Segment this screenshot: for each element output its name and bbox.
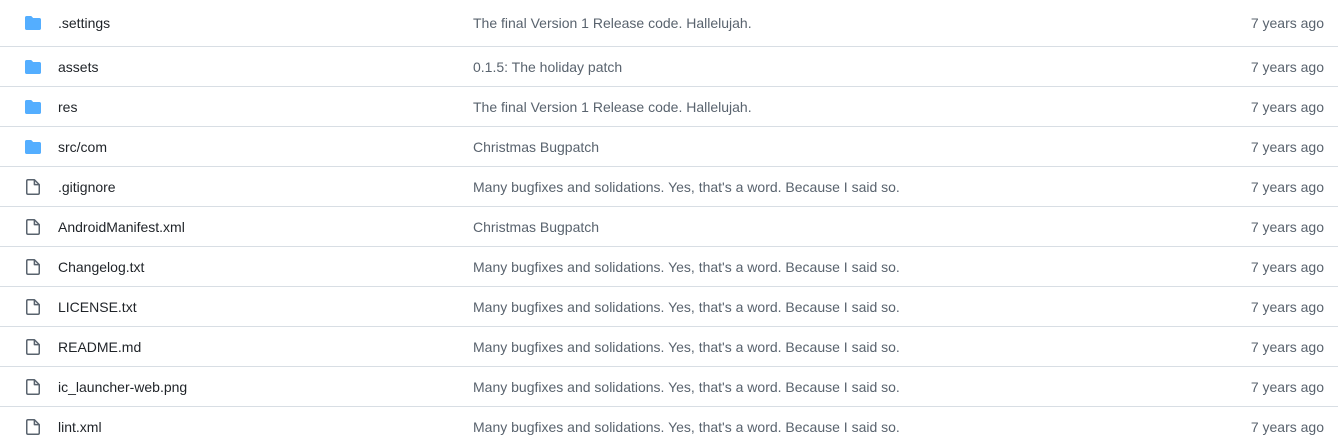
file-row-5[interactable]: AndroidManifest.xml Christmas Bugpatch 7… bbox=[0, 207, 1338, 247]
file-icon bbox=[26, 378, 40, 395]
file-icon bbox=[26, 419, 40, 435]
commit-age: 7 years ago bbox=[1250, 258, 1324, 275]
file-icon bbox=[26, 338, 40, 355]
commit-message-link[interactable]: Christmas Bugpatch bbox=[473, 139, 599, 155]
file-icon bbox=[26, 298, 40, 315]
file-row-0[interactable]: .settings The final Version 1 Release co… bbox=[0, 0, 1338, 47]
commit-message-link[interactable]: Many bugfixes and solidations. Yes, that… bbox=[473, 299, 900, 315]
file-row-8[interactable]: README.md Many bugfixes and solidations.… bbox=[0, 327, 1338, 367]
commit-age: 7 years ago bbox=[1250, 298, 1324, 315]
file-name-link[interactable]: ic_launcher-web.png bbox=[58, 379, 187, 395]
folder-icon bbox=[25, 99, 41, 114]
commit-age: 7 years ago bbox=[1250, 58, 1324, 75]
commit-age: 7 years ago bbox=[1250, 378, 1324, 395]
commit-message-link[interactable]: The final Version 1 Release code. Hallel… bbox=[473, 99, 752, 115]
file-name-link[interactable]: assets bbox=[58, 59, 98, 75]
file-name-link[interactable]: AndroidManifest.xml bbox=[58, 219, 185, 235]
file-icon bbox=[26, 218, 40, 235]
file-name-link[interactable]: res bbox=[58, 99, 77, 115]
file-name-link[interactable]: .settings bbox=[58, 15, 110, 31]
folder-icon bbox=[25, 139, 41, 154]
commit-age: 7 years ago bbox=[1250, 218, 1324, 235]
file-name-link[interactable]: .gitignore bbox=[58, 179, 116, 195]
commit-age: 7 years ago bbox=[1250, 419, 1324, 435]
commit-message-link[interactable]: Many bugfixes and solidations. Yes, that… bbox=[473, 339, 900, 355]
file-row-7[interactable]: LICENSE.txt Many bugfixes and solidation… bbox=[0, 287, 1338, 327]
commit-message-link[interactable]: Many bugfixes and solidations. Yes, that… bbox=[473, 419, 900, 435]
file-row-1[interactable]: assets 0.1.5: The holiday patch 7 years … bbox=[0, 47, 1338, 87]
commit-message-link[interactable]: Many bugfixes and solidations. Yes, that… bbox=[473, 179, 900, 195]
file-row-9[interactable]: ic_launcher-web.png Many bugfixes and so… bbox=[0, 367, 1338, 407]
commit-message-link[interactable]: Christmas Bugpatch bbox=[473, 219, 599, 235]
folder-icon bbox=[25, 16, 41, 30]
commit-message-link[interactable]: The final Version 1 Release code. Hallel… bbox=[473, 15, 752, 31]
file-row-6[interactable]: Changelog.txt Many bugfixes and solidati… bbox=[0, 247, 1338, 287]
file-row-10[interactable]: lint.xml Many bugfixes and solidations. … bbox=[0, 407, 1338, 447]
commit-message-link[interactable]: Many bugfixes and solidations. Yes, that… bbox=[473, 259, 900, 275]
file-list: .settings The final Version 1 Release co… bbox=[0, 0, 1338, 447]
file-row-2[interactable]: res The final Version 1 Release code. Ha… bbox=[0, 87, 1338, 127]
commit-age: 7 years ago bbox=[1250, 98, 1324, 115]
file-name-link[interactable]: LICENSE.txt bbox=[58, 299, 137, 315]
file-name-link[interactable]: src/com bbox=[58, 139, 107, 155]
file-name-link[interactable]: lint.xml bbox=[58, 419, 102, 435]
file-row-3[interactable]: src/com Christmas Bugpatch 7 years ago bbox=[0, 127, 1338, 167]
commit-message-link[interactable]: Many bugfixes and solidations. Yes, that… bbox=[473, 379, 900, 395]
file-name-link[interactable]: Changelog.txt bbox=[58, 259, 144, 275]
commit-age: 7 years ago bbox=[1250, 338, 1324, 355]
folder-icon bbox=[25, 59, 41, 74]
file-row-4[interactable]: .gitignore Many bugfixes and solidations… bbox=[0, 167, 1338, 207]
commit-age: 7 years ago bbox=[1250, 178, 1324, 195]
commit-age: 7 years ago bbox=[1250, 15, 1324, 31]
commit-message-link[interactable]: 0.1.5: The holiday patch bbox=[473, 59, 622, 75]
file-icon bbox=[26, 258, 40, 275]
commit-age: 7 years ago bbox=[1250, 138, 1324, 155]
file-name-link[interactable]: README.md bbox=[58, 339, 141, 355]
file-icon bbox=[26, 178, 40, 195]
